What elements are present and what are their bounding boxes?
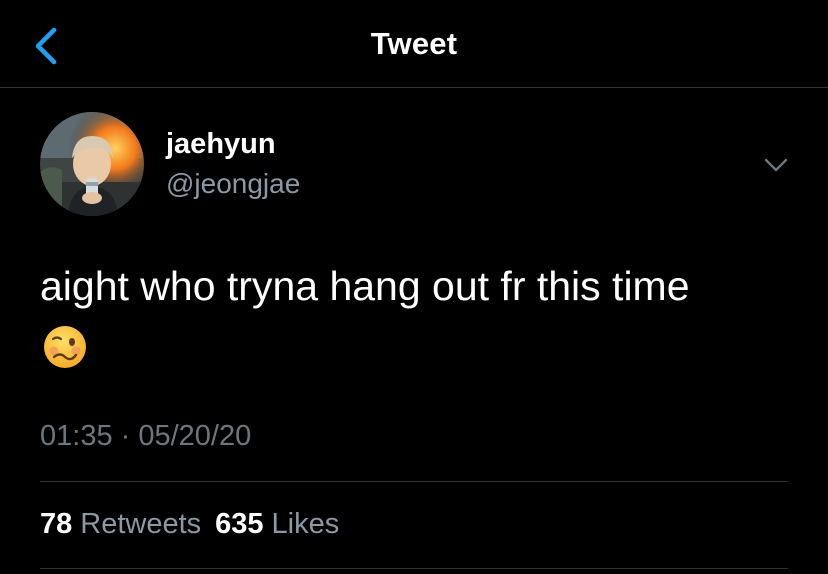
divider [40,568,788,569]
tweet-stats: 78 Retweets 635 Likes [40,508,353,541]
retweets-count: 78 [40,508,73,540]
chevron-down-icon [764,158,788,172]
tweet-text: aight who tryna hang out fr this time [40,263,690,309]
avatar-image [40,112,144,216]
avatar[interactable] [40,112,144,216]
likes-label: Likes [271,508,340,540]
likes-count: 635 [215,508,264,540]
author-handle[interactable]: @jeongjae [166,168,300,200]
author-display-name[interactable]: jaehyun [166,128,276,161]
tweet-timestamp: 01:35 · 05/20/20 [40,420,252,452]
divider [40,481,788,482]
page-title: Tweet [370,26,458,61]
likes-stat[interactable]: 635 Likes [215,508,353,541]
more-options-button[interactable] [760,152,792,180]
woozy-face-emoji-icon [42,324,88,370]
top-bar: Tweet [0,0,828,88]
retweets-stat[interactable]: 78 Retweets [40,508,215,541]
retweets-label: Retweets [80,508,202,540]
